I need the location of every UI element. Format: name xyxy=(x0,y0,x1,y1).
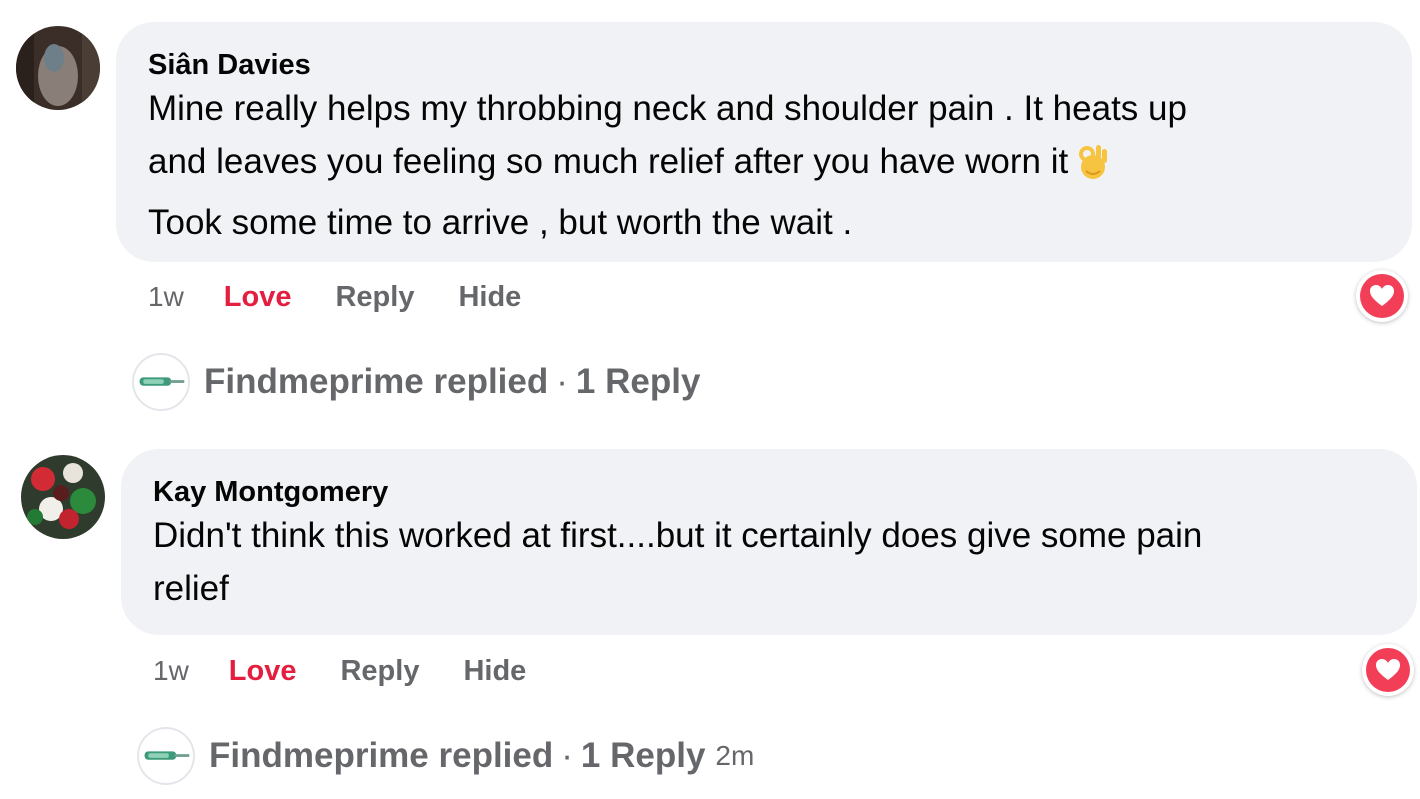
reply-summary[interactable]: Findmeprime replied · 1 Reply xyxy=(132,351,700,413)
hide-button[interactable]: Hide xyxy=(463,655,526,688)
avatar[interactable] xyxy=(21,455,105,539)
love-button[interactable]: Love xyxy=(229,655,297,688)
comment-line: Took some time to arrive , but worth the… xyxy=(148,203,853,242)
comment-line: Mine really helps my throbbing neck and … xyxy=(148,89,1187,128)
avatar[interactable] xyxy=(16,26,100,110)
reply-button[interactable]: Reply xyxy=(340,655,419,688)
reply-summary-count[interactable]: 1 Reply xyxy=(581,736,706,776)
reply-button[interactable]: Reply xyxy=(335,281,414,314)
comment-line: Didn't think this worked at first....but… xyxy=(153,516,1203,555)
ok-hand-emoji xyxy=(1076,141,1110,196)
reply-summary-count[interactable]: 1 Reply xyxy=(576,362,701,402)
comment-text: Mine really helps my throbbing neck and … xyxy=(148,82,1412,249)
comment-text: Didn't think this worked at first....but… xyxy=(153,509,1417,615)
avatar-photo xyxy=(21,455,105,539)
reply-summary[interactable]: Findmeprime replied · 1 Reply 2m xyxy=(137,725,754,787)
hide-button[interactable]: Hide xyxy=(458,281,521,314)
reply-summary-age: 2m xyxy=(715,740,755,771)
reply-summary-separator: · xyxy=(561,736,573,775)
comment-line: relief xyxy=(153,569,229,608)
heart-reaction-icon[interactable] xyxy=(1356,270,1408,322)
comment-timestamp[interactable]: 1w xyxy=(153,655,189,687)
comment-author[interactable]: Siân Davies xyxy=(148,48,1412,82)
comment-line: and leaves you feeling so much relief af… xyxy=(148,135,1412,196)
comment-actions: 1w Love Reply Hide xyxy=(153,651,526,691)
comment-author[interactable]: Kay Montgomery xyxy=(153,475,1417,509)
love-button[interactable]: Love xyxy=(224,281,292,314)
comment-bubble: Kay Montgomery Didn't think this worked … xyxy=(121,449,1417,635)
avatar-photo xyxy=(16,26,100,110)
findmeprime-avatar xyxy=(132,353,190,411)
heart-reaction-icon[interactable] xyxy=(1362,644,1414,696)
reply-summary-separator: · xyxy=(556,362,568,401)
comment-bubble: Siân Davies Mine really helps my throbbi… xyxy=(116,22,1412,262)
comment-actions: 1w Love Reply Hide xyxy=(148,277,521,317)
comment-timestamp[interactable]: 1w xyxy=(148,281,184,313)
reply-summary-page-name[interactable]: Findmeprime replied xyxy=(204,362,548,402)
findmeprime-avatar xyxy=(137,727,195,785)
reply-summary-page-name[interactable]: Findmeprime replied xyxy=(209,736,553,776)
